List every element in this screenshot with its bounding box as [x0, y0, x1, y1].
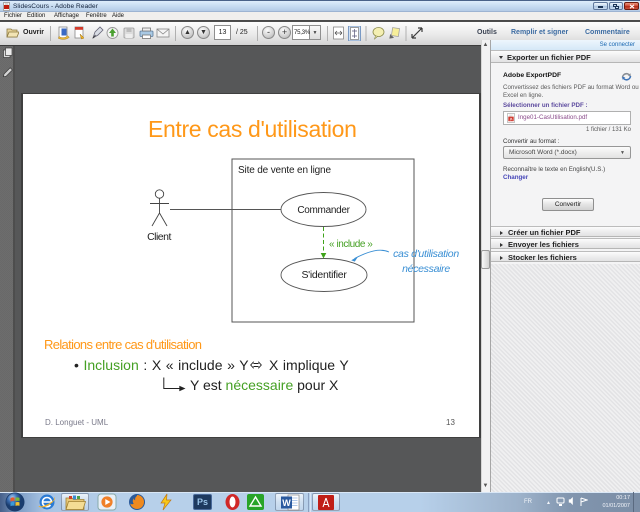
svg-text:W: W [282, 498, 291, 508]
